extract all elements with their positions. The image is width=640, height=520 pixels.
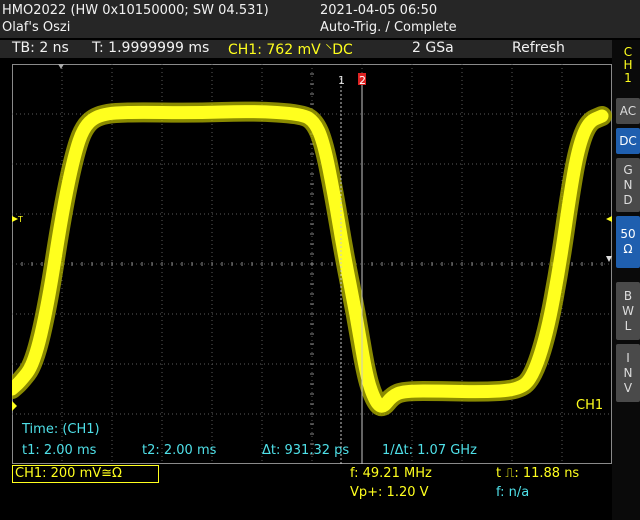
button-label: V (623, 380, 633, 395)
sample-rate: 2 GSa (412, 40, 454, 56)
ch1-ground-marker[interactable] (12, 401, 17, 411)
datetime: 2021-04-05 06:50 (320, 3, 438, 18)
button-label: G (623, 162, 633, 177)
button-label: I (626, 350, 630, 365)
device-owner: Olaf's Oszi (2, 20, 71, 35)
button-label: AC (619, 103, 637, 118)
channel-tab-letter: 1 (624, 71, 632, 85)
invert-button[interactable]: I N V (616, 344, 640, 402)
ch1-scale-box[interactable]: CH1: 200 mV≅Ω (12, 465, 159, 483)
button-label: DC (619, 133, 637, 148)
button-label: D (623, 192, 633, 207)
channel-setting[interactable]: CH1: 762 mV ⸌DC (228, 40, 353, 59)
button-label: L (624, 318, 632, 333)
coupling-ac-button[interactable]: AC (616, 98, 640, 124)
ch1-trace-label: CH1 (576, 398, 603, 413)
coupling-gnd-button[interactable]: G N D (616, 158, 640, 212)
bandwidth-limit-button[interactable]: B W L (616, 282, 640, 340)
trigger-time-marker (58, 64, 64, 69)
ch1-trace-glow (12, 101, 612, 417)
trigger-time[interactable]: T: 1.9999999 ms (92, 40, 209, 56)
title-bar: HMO2022 (HW 0x10150000; SW 04.531) Olaf'… (0, 0, 640, 38)
measure-frequency: f: 49.21 MHz (350, 466, 432, 481)
coupling-dc-button[interactable]: DC (616, 128, 640, 154)
waveform-display[interactable]: 1 2 T 1 CH1 Time: (CH1) t1: 2.00 ms t2: … (12, 64, 612, 464)
status-bar: TB: 2 ns T: 1.9999999 ms CH1: 762 mV ⸌DC… (0, 40, 612, 58)
button-label: B (623, 288, 633, 303)
button-label: 50 (620, 227, 636, 241)
cursor-t1: t1: 2.00 ms (22, 443, 97, 458)
cursor-1-label: 1 (338, 74, 345, 87)
button-label: W (622, 303, 634, 318)
measure-frequency-2: f: n/a (496, 485, 530, 500)
measure-pulse-width: t ⎍: 11.88 ns (496, 466, 580, 481)
button-label: Ω (623, 242, 633, 256)
channel-side-panel: C H 1 AC DC G N D 50 Ω B W L I N V (612, 40, 640, 520)
cursor-t2: t2: 2.00 ms (142, 443, 217, 458)
acquisition-mode[interactable]: Refresh (512, 40, 565, 56)
termination-50ohm-button[interactable]: 50 Ω (616, 216, 640, 268)
trigger-status: Auto-Trig. / Complete (320, 20, 457, 35)
button-label: N (623, 177, 633, 192)
cursor-delta-t: Δt: 931.32 ps (262, 443, 349, 458)
cursor-inv-delta-t: 1/Δt: 1.07 GHz (382, 443, 477, 458)
channel-tab[interactable]: C H 1 (616, 46, 640, 96)
measure-vpp: Vp+: 1.20 V (350, 485, 429, 500)
device-model: HMO2022 (HW 0x10150000; SW 04.531) (2, 3, 269, 18)
ch1-scale: CH1: 200 mV≅Ω (15, 466, 122, 481)
cursor-2-label: 2 (359, 74, 366, 87)
timebase[interactable]: TB: 2 ns (12, 40, 69, 56)
ch1-trace (12, 105, 609, 413)
button-label: N (623, 365, 633, 380)
cursor-readout-title: Time: (CH1) (21, 422, 100, 437)
trigger-level-label: T (17, 215, 23, 224)
trigger-level-marker-right (606, 216, 612, 222)
